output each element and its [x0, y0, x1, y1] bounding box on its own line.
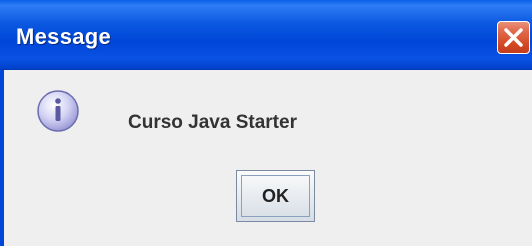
- window-title: Message: [16, 24, 112, 49]
- ok-button-label: OK: [241, 175, 310, 217]
- titlebar[interactable]: Message: [0, 0, 532, 70]
- close-icon: [504, 28, 523, 47]
- ok-button[interactable]: OK: [236, 170, 315, 222]
- info-icon: [37, 90, 79, 132]
- message-dialog: Message Curso Java Starter OK: [0, 0, 532, 246]
- message-text: Curso Java Starter: [128, 112, 297, 133]
- close-button[interactable]: [497, 21, 530, 54]
